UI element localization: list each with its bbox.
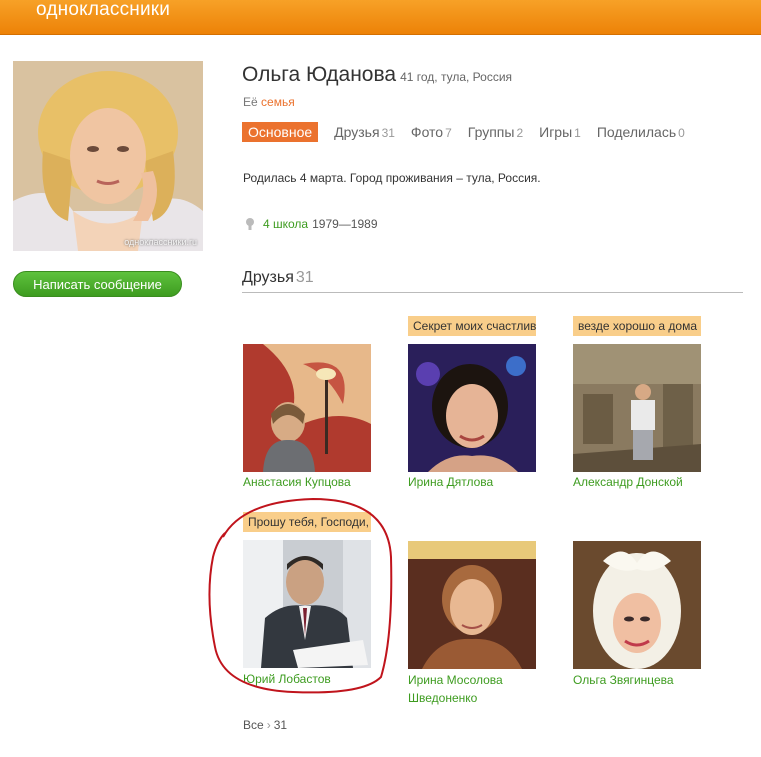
school-icon bbox=[246, 218, 254, 230]
family-link[interactable]: семья bbox=[261, 95, 295, 109]
avatar-watermark: одноклассники.ru bbox=[124, 237, 197, 247]
friend-status-bubble[interactable]: Секрет моих счастливых bbox=[408, 316, 536, 336]
tab-label: Друзья bbox=[334, 124, 380, 140]
all-friends-label: Все bbox=[243, 718, 264, 732]
friend-status-bubble[interactable]: везде хорошо а дома bbox=[573, 316, 701, 336]
friend-photo[interactable] bbox=[408, 344, 536, 472]
all-friends-link[interactable]: Все › 31 bbox=[243, 718, 287, 732]
tab-label: Группы bbox=[467, 124, 515, 140]
profile-avatar[interactable]: одноклассники.ru bbox=[13, 61, 203, 251]
tab-count: 31 bbox=[381, 126, 395, 140]
friend-name[interactable]: Анастасия Купцова bbox=[243, 473, 371, 491]
profile-tabs: Основное Друзья 31 Фото 7 Группы 2 Игры 1 По… bbox=[242, 121, 701, 143]
friend-photo[interactable] bbox=[243, 344, 371, 472]
tab-label: Основное bbox=[248, 124, 313, 140]
friend-name[interactable]: Ирина Дятлова bbox=[408, 473, 536, 491]
profile-meta: 41 год, тула, Россия bbox=[400, 70, 513, 84]
friend-card: везде хорошо а дома Александр Донской bbox=[573, 316, 708, 493]
tab-groups[interactable]: Группы 2 bbox=[468, 124, 523, 140]
tab-label: Фото bbox=[410, 124, 444, 140]
friends-section-title: Друзья 31 bbox=[242, 269, 314, 287]
profile-name: Ольга Юданова bbox=[242, 63, 397, 86]
profile-header: Ольга Юданова 41 год, тула, Россия bbox=[242, 63, 512, 87]
top-bar: одноклассники bbox=[0, 0, 761, 35]
friend-card: Ирина Мосолова Шведоненко bbox=[408, 541, 543, 711]
school-years: 1979—1989 bbox=[312, 217, 378, 231]
friend-photo[interactable] bbox=[573, 541, 701, 669]
friend-photo[interactable] bbox=[573, 344, 701, 472]
tab-count: 0 bbox=[678, 126, 685, 140]
school-link[interactable]: 4 школа bbox=[263, 217, 308, 231]
friend-card: Ольга Звягинцева bbox=[573, 541, 708, 701]
friend-name[interactable]: Ирина Мосолова Шведоненко bbox=[408, 671, 536, 707]
friend-card: Секрет моих счастливых Ирина Дятлова bbox=[408, 316, 543, 493]
friend-status-bubble[interactable]: Прошу тебя, Господи, bbox=[243, 512, 371, 532]
family-prefix: Её bbox=[243, 95, 258, 109]
friend-name[interactable]: Юрий Лобастов bbox=[243, 670, 371, 688]
friend-photo[interactable] bbox=[243, 540, 371, 668]
friends-title-label[interactable]: Друзья bbox=[242, 269, 294, 286]
tab-count: 1 bbox=[574, 126, 581, 140]
tab-count: 2 bbox=[516, 126, 524, 140]
tab-games[interactable]: Игры 1 bbox=[539, 124, 581, 140]
friend-name[interactable]: Ольга Звягинцева bbox=[573, 671, 701, 689]
tab-shared[interactable]: Поделилась 0 bbox=[597, 124, 685, 140]
all-friends-count: 31 bbox=[273, 718, 288, 732]
tab-photos[interactable]: Фото 7 bbox=[411, 124, 452, 140]
friend-card: Анастасия Купцова bbox=[243, 318, 378, 493]
school-line: 4 школа 1979—1989 bbox=[243, 217, 378, 231]
send-message-button[interactable]: Написать сообщение bbox=[13, 271, 182, 297]
chevron-right-icon: › bbox=[266, 718, 271, 732]
friend-card: Прошу тебя, Господи, Юрий Лобастов bbox=[243, 512, 378, 692]
tab-label: Поделилась bbox=[596, 124, 677, 140]
friend-name[interactable]: Александр Донской bbox=[573, 473, 701, 491]
tab-friends[interactable]: Друзья 31 bbox=[334, 124, 395, 140]
family-line: Её семья bbox=[243, 95, 295, 109]
profile-info: Родилась 4 марта. Город проживания – тул… bbox=[243, 171, 541, 185]
friends-title-count: 31 bbox=[295, 269, 314, 286]
tab-main[interactable]: Основное bbox=[242, 122, 319, 142]
tab-label: Игры bbox=[539, 124, 573, 140]
tab-count: 7 bbox=[445, 126, 452, 140]
section-divider bbox=[242, 292, 743, 293]
site-logo[interactable]: одноклассники bbox=[36, 0, 170, 21]
friend-photo[interactable] bbox=[408, 541, 536, 669]
